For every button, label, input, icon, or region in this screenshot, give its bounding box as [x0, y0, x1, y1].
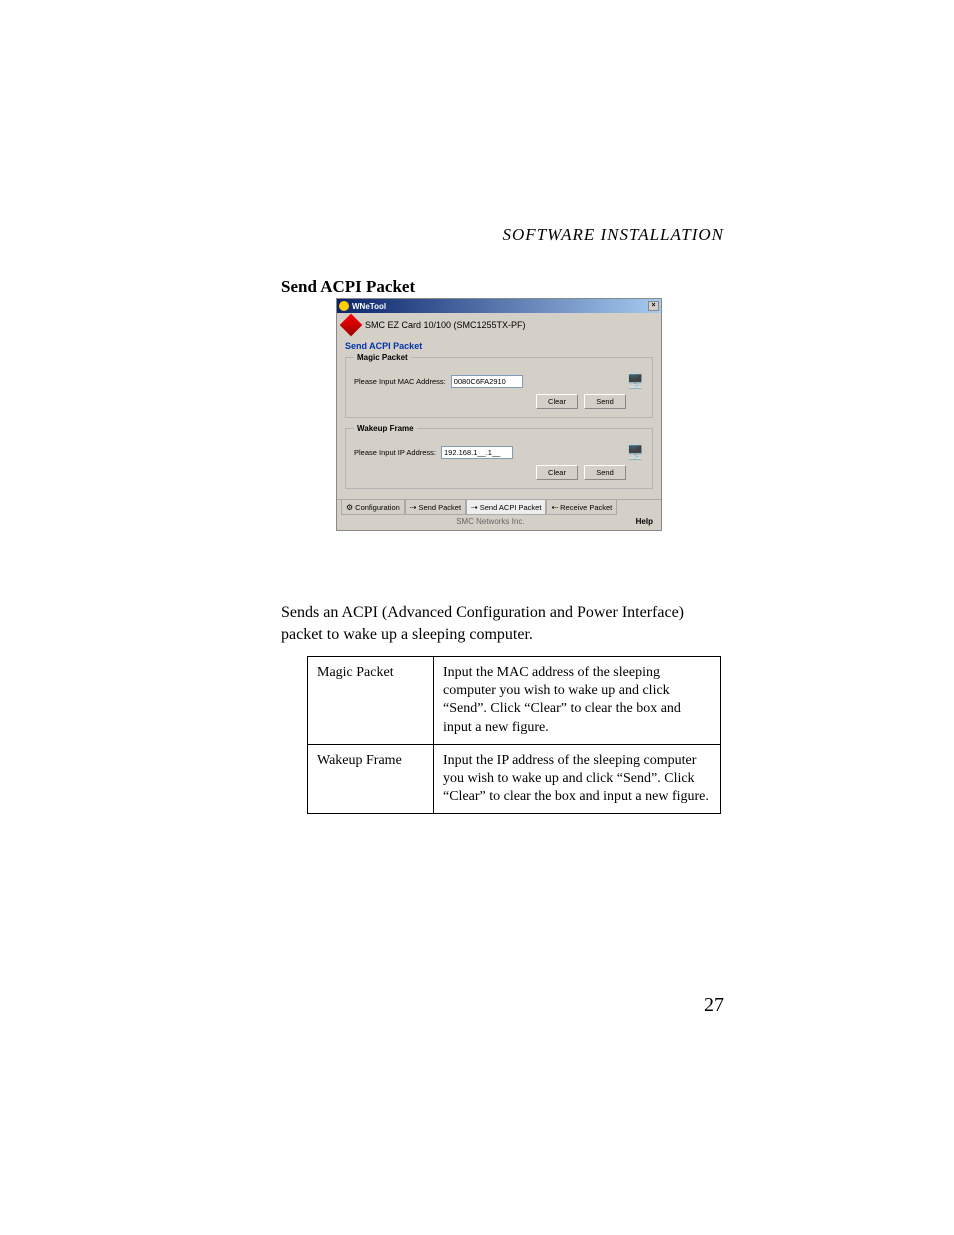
legend-magic-packet: Magic Packet — [354, 353, 411, 362]
tab-send-acpi[interactable]: ⇢ Send ACPI Packet — [466, 500, 546, 515]
tab-label: Send Packet — [419, 503, 462, 512]
description-table: Magic Packet Input the MAC address of th… — [307, 656, 721, 814]
acpi-icon: ⇢ — [471, 503, 478, 512]
help-button[interactable]: Help — [636, 517, 653, 526]
panel-title: Send ACPI Packet — [345, 341, 653, 351]
screenshot: WNeTool × SMC EZ Card 10/100 (SMC1255TX-… — [336, 298, 662, 594]
label-mac: Please Input MAC Address: — [354, 377, 446, 386]
legend-wakeup-frame: Wakeup Frame — [354, 424, 417, 433]
status-bar: SMC Networks Inc. Help — [337, 515, 661, 530]
clear-button[interactable]: Clear — [536, 394, 578, 409]
receive-icon: ⇠ — [551, 503, 558, 512]
titlebar: WNeTool × — [337, 299, 661, 313]
cell-desc: Input the IP address of the sleeping com… — [434, 744, 721, 814]
label-ip: Please Input IP Address: — [354, 448, 436, 457]
cell-name: Magic Packet — [308, 657, 434, 745]
document-page: SOFTWARE INSTALLATION Send ACPI Packet W… — [0, 0, 954, 1235]
heading-send-acpi: Send ACPI Packet — [281, 277, 415, 297]
computer-icon: 🖥️ — [627, 374, 644, 388]
table-row: Magic Packet Input the MAC address of th… — [308, 657, 721, 745]
send-button[interactable]: Send — [584, 394, 626, 409]
gear-icon: ⚙ — [346, 503, 353, 512]
card-title: SMC EZ Card 10/100 (SMC1255TX-PF) — [365, 320, 526, 330]
cell-desc: Input the MAC address of the sleeping co… — [434, 657, 721, 745]
table-row: Wakeup Frame Input the IP address of the… — [308, 744, 721, 814]
body-paragraph: Sends an ACPI (Advanced Configuration an… — [281, 602, 726, 645]
section-header: SOFTWARE INSTALLATION — [503, 225, 724, 245]
tab-configuration[interactable]: ⚙ Configuration — [341, 500, 405, 515]
tab-receive-packet[interactable]: ⇠ Receive Packet — [546, 500, 617, 515]
close-button[interactable]: × — [648, 301, 659, 311]
card-header: SMC EZ Card 10/100 (SMC1255TX-PF) — [337, 313, 661, 339]
smc-logo-icon — [340, 314, 363, 337]
tab-send-packet[interactable]: ⇢ Send Packet — [405, 500, 466, 515]
input-mac[interactable] — [451, 375, 523, 388]
group-wakeup-frame: Wakeup Frame Please Input IP Address: 🖥️… — [345, 428, 653, 489]
computer-icon: 🖥️ — [627, 445, 644, 459]
send-icon: ⇢ — [410, 503, 417, 512]
cell-name: Wakeup Frame — [308, 744, 434, 814]
page-number: 27 — [704, 994, 724, 1017]
app-window: WNeTool × SMC EZ Card 10/100 (SMC1255TX-… — [336, 298, 662, 531]
tab-label: Receive Packet — [560, 503, 612, 512]
app-icon — [339, 301, 349, 311]
group-magic-packet: Magic Packet Please Input MAC Address: 🖥… — [345, 357, 653, 418]
tab-label: Configuration — [355, 503, 400, 512]
tab-bar: ⚙ Configuration ⇢ Send Packet ⇢ Send ACP… — [337, 499, 661, 515]
input-ip[interactable] — [441, 446, 513, 459]
window-title: WNeTool — [352, 302, 386, 311]
clear-button[interactable]: Clear — [536, 465, 578, 480]
tab-label: Send ACPI Packet — [480, 503, 542, 512]
send-button[interactable]: Send — [584, 465, 626, 480]
company-label: SMC Networks Inc. — [345, 517, 636, 526]
